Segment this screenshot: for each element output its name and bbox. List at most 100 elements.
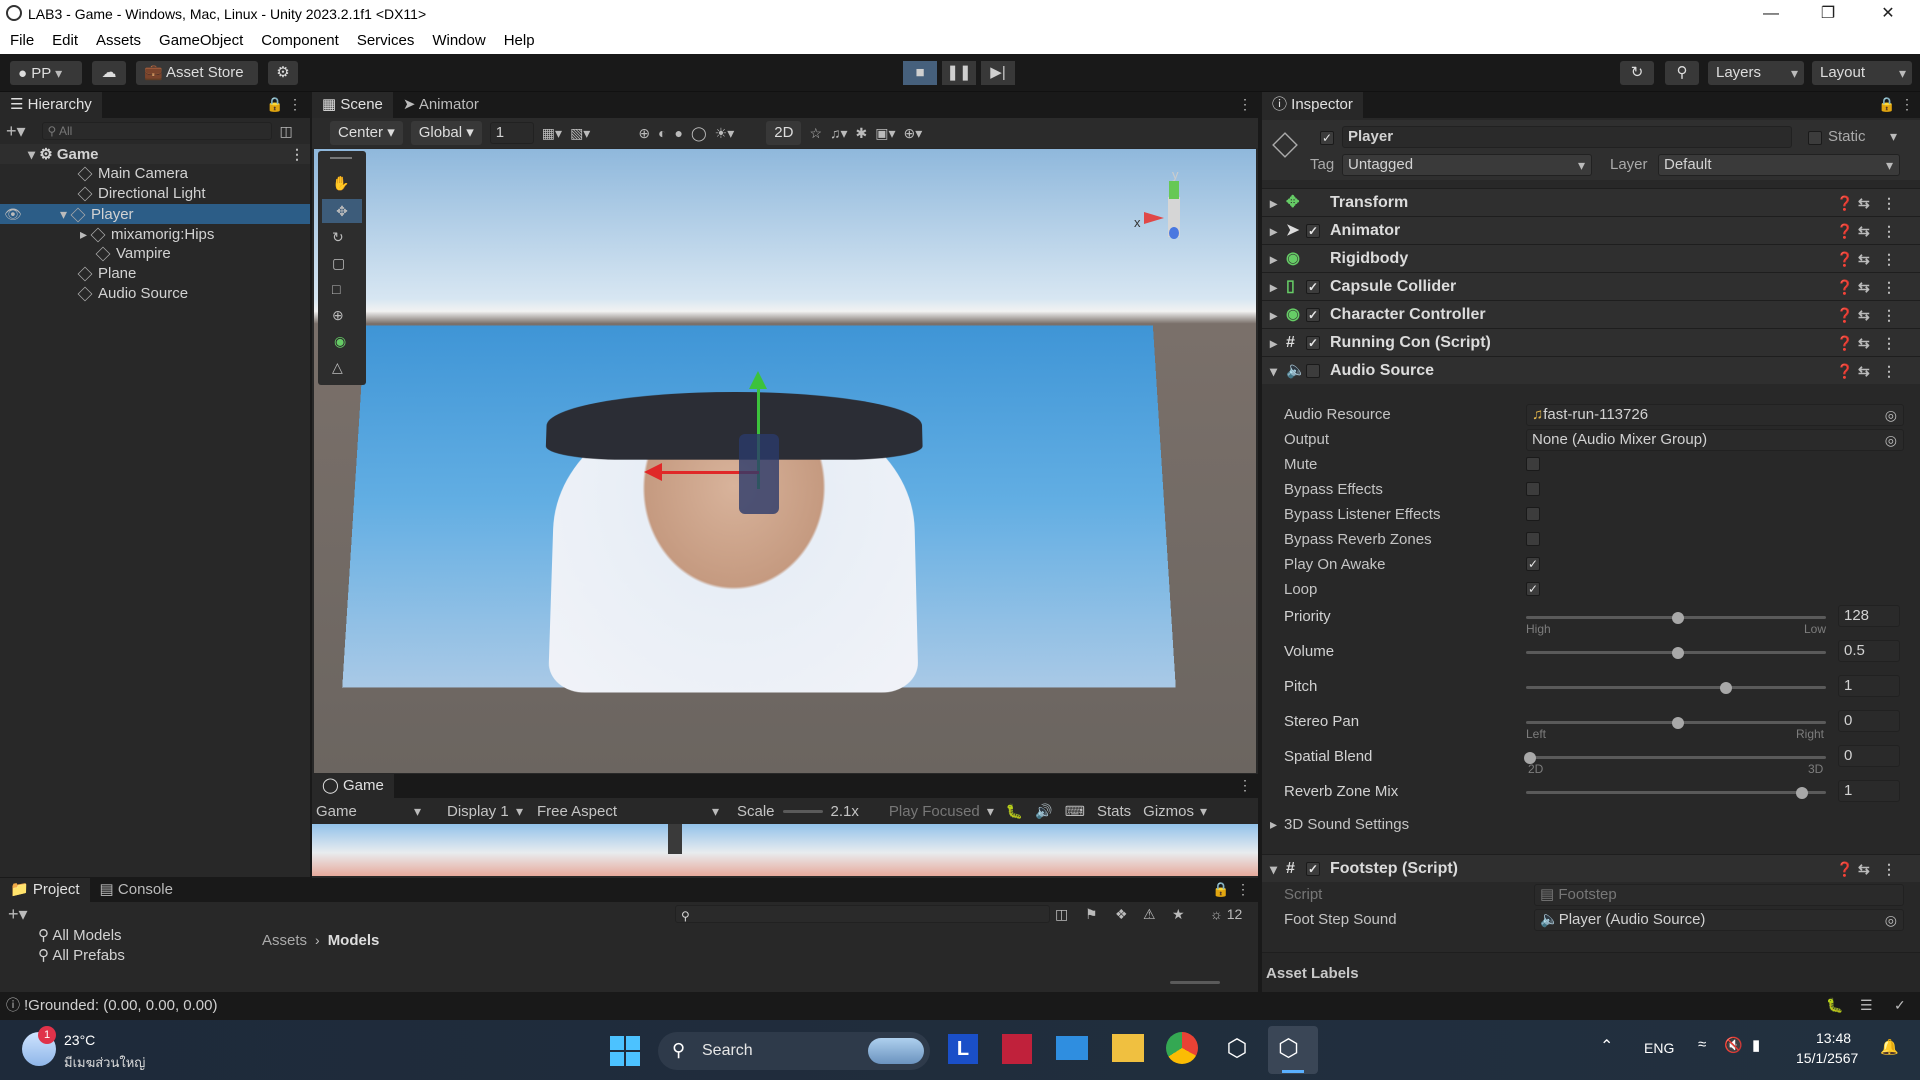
- help-icon[interactable]: ❓: [1836, 273, 1853, 301]
- chevron-right-icon[interactable]: ▸: [80, 226, 87, 242]
- help-icon[interactable]: ❓: [1836, 855, 1853, 883]
- chevron-down-icon[interactable]: ▾: [28, 146, 35, 162]
- shaded-icon[interactable]: ●: [675, 125, 683, 141]
- hierarchy-item-player[interactable]: 👁 ▾ Player: [0, 204, 310, 224]
- tab-console[interactable]: ▤ Console: [90, 878, 183, 902]
- object-picker-icon[interactable]: ◎: [1885, 405, 1897, 425]
- sound-3d-foldout[interactable]: ▸ 3D Sound Settings: [1262, 812, 1920, 840]
- tab-inspector[interactable]: ⓘ Inspector: [1262, 92, 1363, 118]
- notification-bell-icon[interactable]: 🔔: [1880, 1038, 1899, 1056]
- lock-icon[interactable]: 🔒: [1212, 881, 1229, 898]
- preset-icon[interactable]: ⇆: [1858, 217, 1870, 245]
- layout-dropdown[interactable]: Layout ▾: [1812, 61, 1912, 85]
- visibility-icon[interactable]: 👁: [4, 204, 22, 224]
- reverb-slider-knob[interactable]: [1796, 787, 1808, 799]
- game-view-dropdown[interactable]: Game ▾: [312, 803, 427, 820]
- more-icon[interactable]: ⋮: [1238, 777, 1252, 794]
- search-by-label-icon[interactable]: ⚑: [1085, 906, 1098, 923]
- progress-icon[interactable]: ☰: [1860, 997, 1873, 1014]
- component-capsule-collider[interactable]: ▸ ▯ ✓ Capsule Collider ❓ ⇆ ⋮: [1262, 272, 1920, 300]
- warning-icon[interactable]: ⚠: [1143, 906, 1156, 923]
- status-message[interactable]: !Grounded: (0.00, 0.00, 0.00): [24, 997, 217, 1014]
- language-indicator[interactable]: ENG: [1644, 1040, 1674, 1056]
- taskbar-search[interactable]: ⚲ Search: [658, 1032, 930, 1070]
- play-stop-button[interactable]: ■: [903, 61, 937, 85]
- minimize-icon[interactable]: —: [1743, 0, 1799, 28]
- aspect-dropdown[interactable]: Free Aspect ▾: [527, 803, 727, 820]
- project-search-input[interactable]: ⚲: [675, 905, 1050, 923]
- animator-enabled-checkbox[interactable]: ✓: [1306, 223, 1320, 238]
- search-button[interactable]: ⚲: [1665, 61, 1699, 85]
- lighting-icon[interactable]: ☆: [809, 125, 822, 142]
- keyboard-icon[interactable]: ⌨: [1065, 803, 1085, 820]
- mute-checkbox[interactable]: [1526, 457, 1540, 471]
- pivot-dropdown[interactable]: Center ▾: [330, 121, 403, 145]
- cloud-button[interactable]: ☁: [92, 61, 126, 85]
- component-running-con[interactable]: ▸ # ✓ Running Con (Script) ❓ ⇆ ⋮: [1262, 328, 1920, 356]
- filter-icon[interactable]: ◫: [280, 123, 293, 140]
- hierarchy-item-game[interactable]: ▾ ⚙ Game ⋮: [0, 144, 310, 164]
- preset-icon[interactable]: ⇆: [1858, 301, 1870, 329]
- battery-icon[interactable]: ▮: [1752, 1036, 1760, 1054]
- debug-draw-icon[interactable]: ☀▾: [715, 125, 735, 142]
- object-picker-icon[interactable]: ◎: [1885, 910, 1897, 930]
- add-icon[interactable]: +▾: [6, 121, 26, 142]
- more-icon[interactable]: ⋮: [290, 144, 304, 164]
- reverb-slider-track[interactable]: [1526, 791, 1826, 794]
- more-icon[interactable]: ⋮: [1238, 96, 1252, 113]
- volume-input[interactable]: 0.5: [1838, 640, 1900, 662]
- layers-dropdown[interactable]: Layers ▾: [1708, 61, 1804, 85]
- footstep-enabled-checkbox[interactable]: ✓: [1306, 861, 1320, 876]
- file-explorer-icon[interactable]: [1112, 1034, 1144, 1062]
- tab-animator[interactable]: ➤ Animator: [393, 92, 489, 118]
- clock-date[interactable]: 15/1/2567: [1796, 1050, 1858, 1066]
- hidden-packages-icon[interactable]: ☼ 12: [1210, 906, 1242, 922]
- preset-icon[interactable]: ⇆: [1858, 189, 1870, 217]
- stereo-slider-knob[interactable]: [1672, 717, 1684, 729]
- scale-tool-icon[interactable]: ▢: [332, 255, 345, 272]
- display-dropdown[interactable]: Display 1 ▾: [427, 803, 527, 820]
- lock-icon[interactable]: 🔒: [266, 96, 283, 113]
- stats-button[interactable]: Stats: [1097, 803, 1131, 820]
- cc-enabled-checkbox[interactable]: ✓: [1306, 307, 1320, 322]
- tab-project[interactable]: 📁 Project: [0, 878, 90, 902]
- loop-checkbox[interactable]: ✓: [1526, 582, 1540, 596]
- stereo-input[interactable]: 0: [1838, 710, 1900, 732]
- check-icon[interactable]: ✓: [1894, 997, 1906, 1014]
- hierarchy-item-vampire[interactable]: Vampire: [0, 244, 310, 264]
- tab-game[interactable]: ◯ Game: [312, 774, 394, 798]
- favorite-star-icon[interactable]: ★: [1172, 906, 1185, 923]
- grid-icon[interactable]: ▧▾: [570, 125, 590, 142]
- play-on-awake-checkbox[interactable]: ✓: [1526, 557, 1540, 571]
- chevron-down-icon[interactable]: ▾: [1890, 128, 1897, 145]
- scale-slider[interactable]: [782, 809, 823, 813]
- help-icon[interactable]: ❓: [1836, 329, 1853, 357]
- scene-viewport[interactable]: ✋ ✥ ↻ ▢ □ ⊕ ◉ △ y x: [314, 149, 1256, 773]
- more-icon[interactable]: ⋮: [1882, 329, 1896, 357]
- menu-component[interactable]: Component: [261, 28, 339, 54]
- close-icon[interactable]: ✕: [1860, 0, 1916, 28]
- chevron-down-icon[interactable]: ▾: [60, 206, 67, 222]
- bypass-effects-checkbox[interactable]: [1526, 482, 1540, 496]
- transform-tool-icon[interactable]: ⊕: [332, 307, 344, 324]
- pitch-slider-track[interactable]: [1526, 686, 1826, 689]
- running-con-enabled-checkbox[interactable]: ✓: [1306, 335, 1320, 350]
- breadcrumb-models[interactable]: Models: [328, 932, 380, 949]
- component-character-controller[interactable]: ▸ ◉ ✓ Character Controller ❓ ⇆ ⋮: [1262, 300, 1920, 328]
- app-red-icon[interactable]: [1002, 1034, 1032, 1064]
- preset-icon[interactable]: ⇆: [1858, 273, 1870, 301]
- debug-icon[interactable]: 🐛: [1006, 803, 1023, 820]
- object-name-input[interactable]: Player: [1342, 126, 1792, 148]
- collider-tool-icon[interactable]: ◉: [334, 333, 346, 350]
- layer-dropdown[interactable]: Default ▾: [1658, 154, 1900, 176]
- unity-hub-icon[interactable]: ⬡: [1222, 1034, 1252, 1064]
- preset-icon[interactable]: ⇆: [1858, 329, 1870, 357]
- menu-help[interactable]: Help: [504, 28, 535, 54]
- more-icon[interactable]: ⋮: [1882, 189, 1896, 217]
- menu-assets[interactable]: Assets: [96, 28, 141, 54]
- move-tool-icon[interactable]: ✥: [322, 199, 362, 223]
- gizmos-button[interactable]: Gizmos: [1143, 803, 1194, 820]
- more-icon[interactable]: ⋮: [1882, 301, 1896, 329]
- menu-file[interactable]: File: [10, 28, 34, 54]
- more-icon[interactable]: ⋮: [1882, 273, 1896, 301]
